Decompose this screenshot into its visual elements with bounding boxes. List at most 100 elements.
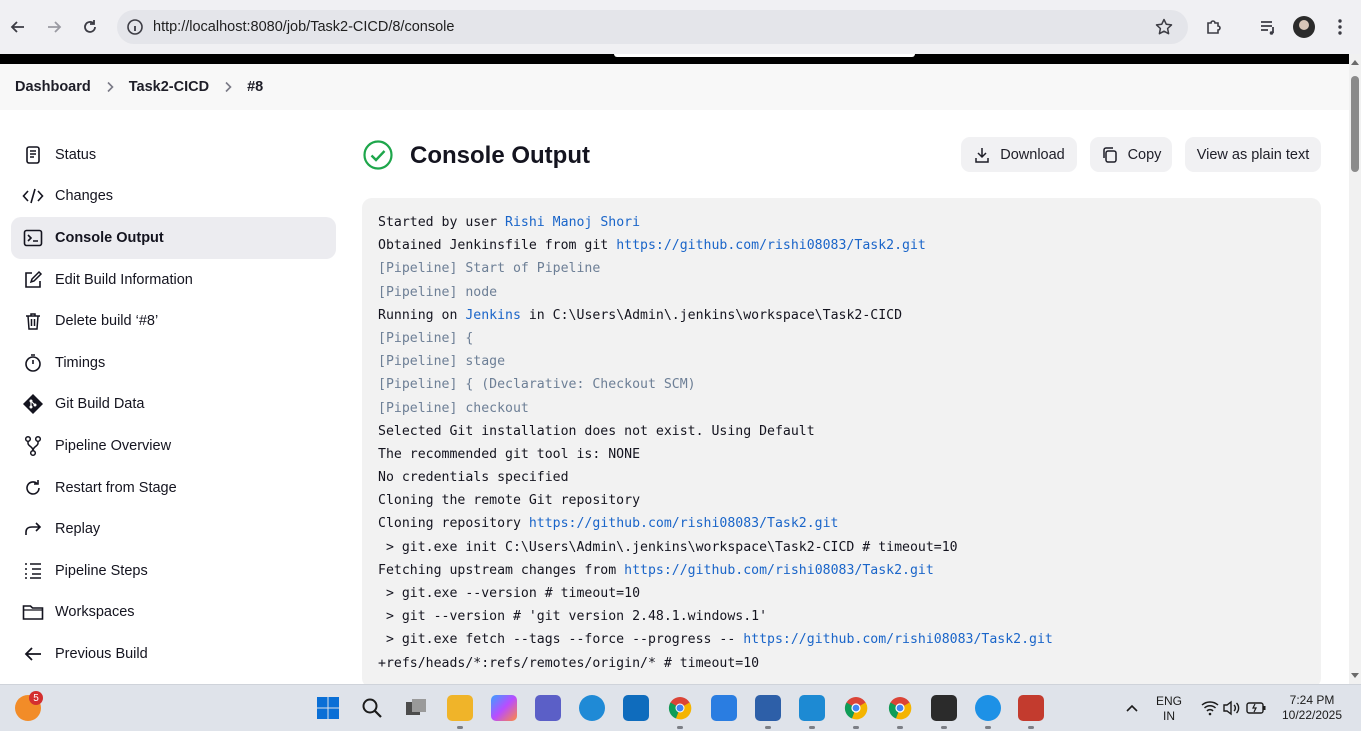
sidebar-item-pipeline-steps[interactable]: Pipeline Steps <box>11 550 336 592</box>
profile-button[interactable] <box>1290 13 1318 41</box>
breadcrumb-dashboard[interactable]: Dashboard <box>15 79 91 95</box>
download-icon <box>973 146 991 164</box>
sidebar-item-replay[interactable]: Replay <box>11 508 336 550</box>
sidebar-item-label: Status <box>55 146 97 163</box>
sidebar-item-git-build-data[interactable]: Git Build Data <box>11 384 336 426</box>
code-icon <box>22 185 44 207</box>
url-text[interactable]: http://localhost:8080/job/Task2-CICD/8/c… <box>153 19 454 35</box>
jenkins-header <box>0 54 1349 64</box>
address-bar[interactable]: http://localhost:8080/job/Task2-CICD/8/c… <box>117 10 1188 44</box>
bookmark-star-icon[interactable] <box>1154 17 1174 42</box>
console-line: > git.exe init C:\Users\Admin\.jenkins\w… <box>378 536 1321 559</box>
console-link[interactable]: https://github.com/rishi08083/Task2.git <box>529 516 839 531</box>
console-line: > git.exe fetch --tags --force --progres… <box>378 628 1321 651</box>
console-output[interactable]: Started by user Rishi Manoj Shori Obtaine… <box>362 198 1321 688</box>
trash-icon <box>22 310 44 332</box>
language-label: ENG <box>1155 694 1182 708</box>
console-line: [Pipeline] stage <box>378 350 1321 373</box>
powershell-icon[interactable] <box>755 695 781 721</box>
media-controls-button[interactable] <box>1254 13 1282 41</box>
download-button[interactable]: Download <box>961 137 1077 172</box>
console-link[interactable]: Jenkins <box>465 308 521 323</box>
chrome-icon[interactable] <box>667 695 693 721</box>
avatar <box>1293 16 1315 38</box>
console-link[interactable]: https://github.com/rishi08083/Task2.git <box>743 632 1053 647</box>
region-label: IN <box>1163 709 1175 723</box>
terminal-app-icon[interactable] <box>931 695 957 721</box>
console-text: [Pipeline] checkout <box>378 400 529 416</box>
sidebar-item-status[interactable]: Status <box>11 134 336 176</box>
console-link[interactable]: https://github.com/rishi08083/Task2.git <box>616 238 926 253</box>
breadcrumb-job[interactable]: Task2-CICD <box>129 79 209 95</box>
running-indicator <box>677 726 683 729</box>
sidebar-item-console-output[interactable]: Console Output <box>11 217 336 259</box>
sidebar-item-workspaces[interactable]: Workspaces <box>11 592 336 634</box>
outlook-icon[interactable] <box>623 695 649 721</box>
search-icon[interactable] <box>359 695 385 721</box>
language-indicator[interactable]: ENG IN <box>1150 694 1188 724</box>
sidebar-item-timings[interactable]: Timings <box>11 342 336 384</box>
console-line: No credentials specified <box>378 466 1321 489</box>
sidebar-item-changes[interactable]: Changes <box>11 176 336 218</box>
sidebar-item-edit-build-information[interactable]: Edit Build Information <box>11 259 336 301</box>
console-text: [Pipeline] stage <box>378 354 506 370</box>
battery-icon[interactable] <box>1243 695 1269 721</box>
reload-button[interactable] <box>76 13 104 41</box>
volume-icon[interactable] <box>1219 695 1245 721</box>
edge-icon[interactable] <box>579 695 605 721</box>
console-text: Started by user <box>378 215 506 230</box>
sidebar-item-delete-build[interactable]: Delete build ‘#8’ <box>11 300 336 342</box>
copy-button[interactable]: Copy <box>1090 137 1172 172</box>
running-indicator <box>853 726 859 729</box>
back-button[interactable] <box>4 13 32 41</box>
sidebar-item-label: Git Build Data <box>55 396 145 413</box>
scroll-down-icon[interactable] <box>1351 673 1359 678</box>
console-line: Obtained Jenkinsfile from git https://gi… <box>378 234 1321 257</box>
console-text: Obtained Jenkinsfile from git <box>378 238 617 254</box>
forward-button[interactable] <box>40 13 68 41</box>
snipping-tool-icon[interactable] <box>1018 695 1044 721</box>
store-icon[interactable] <box>711 695 737 721</box>
task-view-icon[interactable] <box>403 695 429 721</box>
sidebar-item-label: Timings <box>55 354 106 371</box>
console-text: [Pipeline] { (Declarative: Checkout SCM) <box>378 377 696 393</box>
console-text: > git.exe fetch --tags --force --progres… <box>378 632 744 648</box>
breadcrumb-build[interactable]: #8 <box>247 79 263 95</box>
vscode-icon[interactable] <box>799 695 825 721</box>
copilot-icon[interactable] <box>491 695 517 721</box>
console-link[interactable]: Rishi Manoj Shori <box>505 215 640 230</box>
kebab-menu-icon <box>1338 19 1342 35</box>
sidebar: Status Changes Console Output Edit Build… <box>11 134 336 675</box>
chrome-profile-icon[interactable] <box>887 695 913 721</box>
console-text: Fetching upstream changes from <box>378 562 625 578</box>
page-scrollbar[interactable] <box>1349 54 1361 684</box>
sidebar-item-restart-from-stage[interactable]: Restart from Stage <box>11 467 336 509</box>
clock[interactable]: 7:24 PM 10/22/2025 <box>1273 693 1351 723</box>
extensions-button[interactable] <box>1200 13 1228 41</box>
chrome-profile-icon[interactable] <box>843 695 869 721</box>
sidebar-item-label: Replay <box>55 521 101 538</box>
chevron-up-icon[interactable] <box>1119 695 1145 721</box>
console-line: [Pipeline] { <box>378 327 1321 350</box>
scrollbar-thumb[interactable] <box>1351 76 1359 172</box>
windows-taskbar: 5 ENG IN 7:24 PM 10/22/2025 <box>0 684 1361 731</box>
clock-time: 7:24 PM <box>1289 693 1335 707</box>
notification-badge: 5 <box>29 691 43 705</box>
windows-start-icon[interactable] <box>315 695 341 721</box>
teams-icon[interactable] <box>535 695 561 721</box>
terminal-icon <box>22 227 44 249</box>
sidebar-item-pipeline-overview[interactable]: Pipeline Overview <box>11 425 336 467</box>
browser-menu-button[interactable] <box>1326 13 1354 41</box>
view-plain-text-button[interactable]: View as plain text <box>1185 137 1321 172</box>
header-search-box[interactable] <box>614 54 915 57</box>
scroll-up-icon[interactable] <box>1351 60 1359 65</box>
docker-icon[interactable] <box>975 695 1001 721</box>
console-text: > git.exe --version # timeout=10 <box>378 586 641 601</box>
view-plain-text-label: View as plain text <box>1196 146 1310 163</box>
sidebar-item-label: Pipeline Overview <box>55 437 172 454</box>
console-line: Fetching upstream changes from https://g… <box>378 559 1321 582</box>
sidebar-item-previous-build[interactable]: Previous Build <box>11 633 336 675</box>
site-info-icon[interactable] <box>125 17 145 37</box>
console-link[interactable]: https://github.com/rishi08083/Task2.git <box>624 563 934 578</box>
file-explorer-icon[interactable] <box>447 695 473 721</box>
